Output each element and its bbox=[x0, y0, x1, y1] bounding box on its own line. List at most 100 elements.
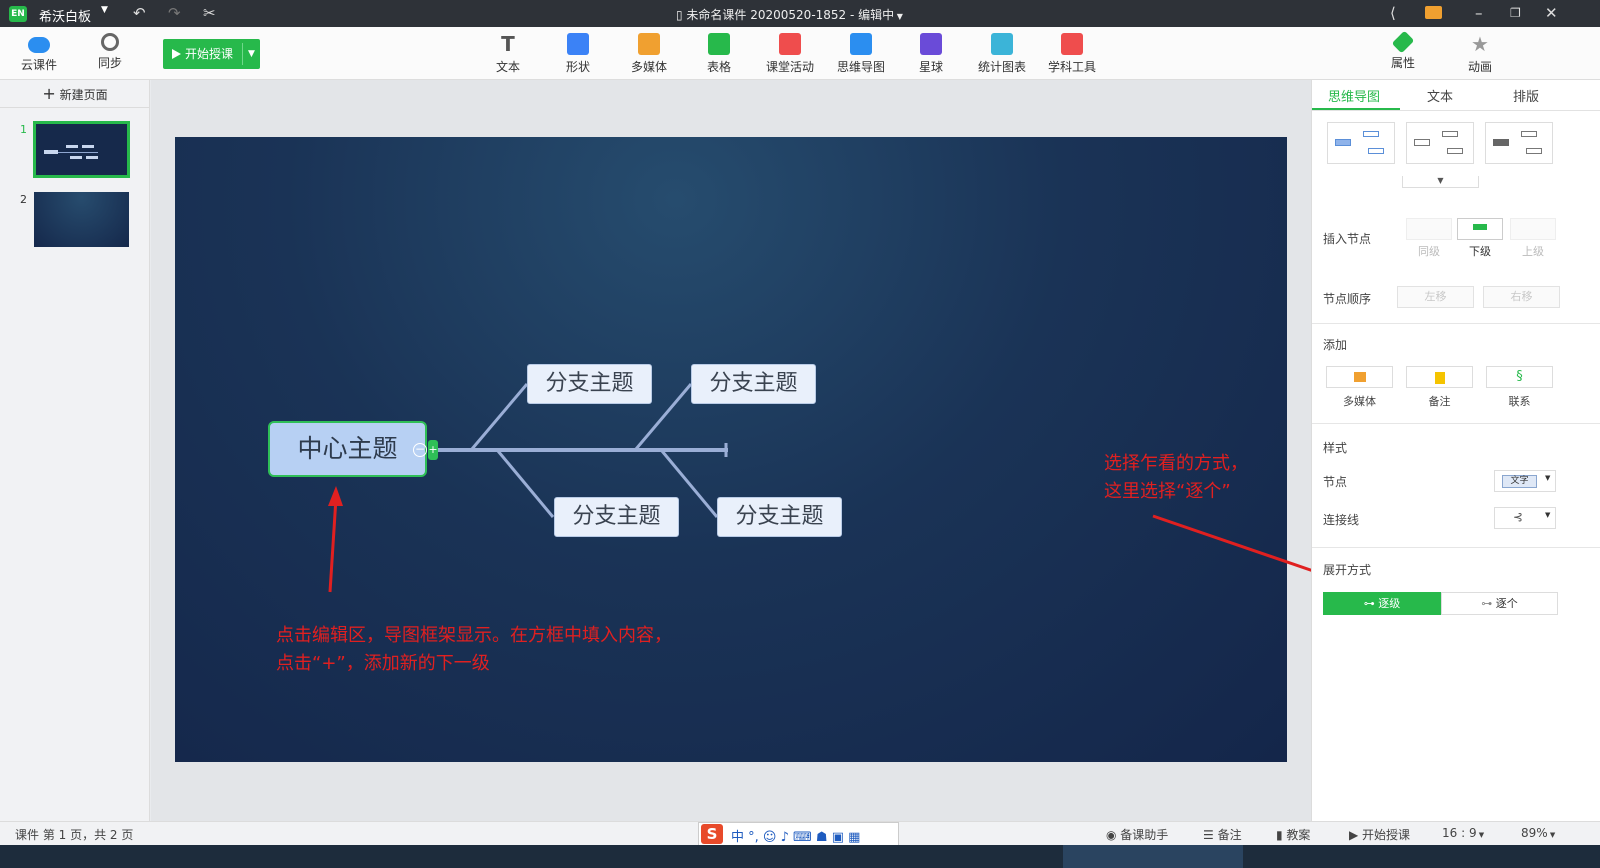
taskbar-highlight bbox=[1063, 845, 1243, 868]
add-media-button[interactable] bbox=[1326, 366, 1393, 388]
insert-parent-button[interactable] bbox=[1510, 218, 1556, 240]
insert-child-label: 下级 bbox=[1469, 245, 1491, 258]
note-icon bbox=[1434, 372, 1445, 384]
branch-topic-node[interactable]: 分支主题 bbox=[554, 497, 679, 537]
connector-style-label: 连接线 bbox=[1323, 513, 1360, 527]
aspect-ratio-value: 16 : 9 bbox=[1442, 826, 1477, 840]
style-section-label: 样式 bbox=[1323, 441, 1348, 455]
expand-level-label: 逐级 bbox=[1378, 597, 1401, 610]
layout-preview bbox=[1493, 139, 1509, 146]
properties-panel: 思维导图 文本 排版 ▼ 插入节点 同级 下级 上级 节点顺序 左移 右移 添加… bbox=[1311, 80, 1600, 821]
expand-level-button[interactable]: ⊶ 逐级 bbox=[1323, 592, 1441, 615]
more-layouts-chevron-icon[interactable]: ▼ bbox=[1402, 176, 1479, 188]
layout-preview bbox=[1521, 131, 1537, 137]
annotation-arrow-line bbox=[1152, 514, 1326, 577]
insert-child-icon bbox=[1473, 224, 1487, 230]
add-note-label: 备注 bbox=[1428, 395, 1451, 408]
expand-one-by-one-button[interactable]: ⊶ 逐个 bbox=[1441, 592, 1558, 615]
layout-preview bbox=[1363, 131, 1379, 137]
tab-mindmap[interactable]: 思维导图 bbox=[1328, 86, 1380, 105]
add-child-icon[interactable]: + bbox=[428, 440, 438, 460]
layout-preview bbox=[1447, 148, 1463, 154]
expand-one-label: 逐个 bbox=[1495, 597, 1518, 610]
insert-sibling-label: 同级 bbox=[1418, 245, 1440, 258]
chevron-down-icon: ▼ bbox=[1476, 831, 1485, 839]
lesson-plan-label: 教案 bbox=[1286, 828, 1311, 842]
add-note-button[interactable] bbox=[1406, 366, 1473, 388]
branch-line bbox=[470, 383, 529, 450]
mindmap-layout-option[interactable] bbox=[1485, 122, 1553, 164]
expand-one-icon: ⊶ bbox=[1481, 597, 1496, 610]
status-bar: 课件 第 1 页，共 2 页 S 中 °, ☺ ♪ ⌨ ☗ ▣ ▦ ◉ 备课助手… bbox=[0, 821, 1600, 846]
prep-assistant-label: 备课助手 bbox=[1120, 828, 1169, 842]
node-style-value: 文字 bbox=[1502, 475, 1537, 488]
add-link-button[interactable]: § bbox=[1486, 366, 1553, 388]
mindmap-layout-option[interactable] bbox=[1406, 122, 1474, 164]
annotation-right: 选择乍看的方式， 这里选择“逐个” bbox=[1104, 450, 1248, 506]
aspect-ratio-dropdown[interactable]: 16 : 9 ▼ bbox=[1442, 826, 1484, 840]
collapse-icon[interactable]: − bbox=[413, 443, 427, 457]
expand-level-icon: ⊶ bbox=[1363, 597, 1379, 610]
divider bbox=[1312, 110, 1600, 111]
expand-mode-label: 展开方式 bbox=[1323, 563, 1372, 577]
layout-preview bbox=[1414, 139, 1430, 146]
node-style-dropdown[interactable]: 文字 ▼ bbox=[1494, 470, 1556, 492]
add-link-label: 联系 bbox=[1508, 395, 1531, 408]
annotation-arrow-head bbox=[328, 486, 343, 506]
add-media-label: 多媒体 bbox=[1343, 395, 1376, 408]
link-icon: § bbox=[1516, 369, 1523, 384]
divider bbox=[1312, 323, 1600, 324]
play-icon: ▶ bbox=[1349, 828, 1363, 842]
prep-assistant-button[interactable]: ◉ 备课助手 bbox=[1106, 826, 1168, 843]
branch-topic-node[interactable]: 分支主题 bbox=[691, 364, 816, 404]
annotation-line: 点击“+”，添加新的下一级 bbox=[276, 653, 490, 674]
annotation-line: 选择乍看的方式， bbox=[1104, 453, 1248, 474]
media-icon bbox=[1353, 372, 1366, 382]
annotation-line: 点击编辑区，导图框架显示。在方框中填入内容， bbox=[276, 625, 672, 646]
chevron-down-icon: ▼ bbox=[1545, 474, 1551, 482]
mindmap-layout-option[interactable] bbox=[1327, 122, 1395, 164]
layout-preview bbox=[1335, 139, 1351, 146]
zoom-dropdown[interactable]: 89% ▼ bbox=[1521, 826, 1555, 840]
ime-mode-icon: 中 °, ☺ ♪ ⌨ ☗ ▣ ▦ bbox=[731, 830, 861, 845]
os-taskbar bbox=[0, 845, 1600, 868]
tab-text[interactable]: 文本 bbox=[1427, 86, 1453, 105]
node-style-label: 节点 bbox=[1323, 475, 1348, 489]
assistant-icon: ◉ bbox=[1106, 828, 1121, 842]
chevron-down-icon: ▼ bbox=[1545, 511, 1551, 519]
layout-preview bbox=[1526, 148, 1542, 154]
node-order-label: 节点顺序 bbox=[1323, 292, 1372, 306]
move-left-button[interactable]: 左移 bbox=[1397, 286, 1474, 308]
branch-topic-node[interactable]: 分支主题 bbox=[717, 497, 842, 537]
zoom-value: 89% bbox=[1521, 826, 1548, 840]
layout-preview bbox=[1442, 131, 1458, 137]
branch-line bbox=[496, 450, 555, 518]
lesson-plan-button[interactable]: ▮ 教案 bbox=[1276, 826, 1310, 843]
annotation-arrow-line bbox=[328, 497, 338, 593]
connector-style-icon: ⊰ bbox=[1513, 510, 1524, 524]
move-right-button[interactable]: 右移 bbox=[1483, 286, 1560, 308]
divider bbox=[1312, 423, 1600, 424]
page-info: 课件 第 1 页，共 2 页 bbox=[15, 828, 134, 842]
chevron-down-icon: ▼ bbox=[1547, 831, 1556, 839]
add-section-label: 添加 bbox=[1323, 338, 1348, 352]
notes-label: 备注 bbox=[1217, 828, 1242, 842]
insert-parent-label: 上级 bbox=[1522, 245, 1544, 258]
status-start-teaching-button[interactable]: ▶ 开始授课 bbox=[1349, 826, 1410, 843]
annotation-left: 点击编辑区，导图框架显示。在方框中填入内容， 点击“+”，添加新的下一级 bbox=[276, 622, 672, 678]
insert-child-button[interactable] bbox=[1457, 218, 1503, 240]
notes-icon: ☰ bbox=[1203, 828, 1218, 842]
divider bbox=[1312, 547, 1600, 548]
ime-logo-icon: S bbox=[701, 824, 723, 844]
status-start-teaching-label: 开始授课 bbox=[1362, 828, 1411, 842]
branch-topic-node[interactable]: 分支主题 bbox=[527, 364, 652, 404]
notes-button[interactable]: ☰ 备注 bbox=[1203, 826, 1242, 843]
center-topic-node[interactable]: 中心主题 bbox=[268, 421, 427, 477]
lesson-plan-icon: ▮ bbox=[1276, 828, 1287, 842]
tab-layout[interactable]: 排版 bbox=[1513, 86, 1539, 105]
annotation-line: 这里选择“逐个” bbox=[1104, 481, 1231, 502]
layout-preview bbox=[1368, 148, 1384, 154]
connector-style-dropdown[interactable]: ⊰ ▼ bbox=[1494, 507, 1556, 529]
insert-sibling-button[interactable] bbox=[1406, 218, 1452, 240]
ime-toolbar[interactable]: S 中 °, ☺ ♪ ⌨ ☗ ▣ ▦ bbox=[698, 822, 899, 846]
